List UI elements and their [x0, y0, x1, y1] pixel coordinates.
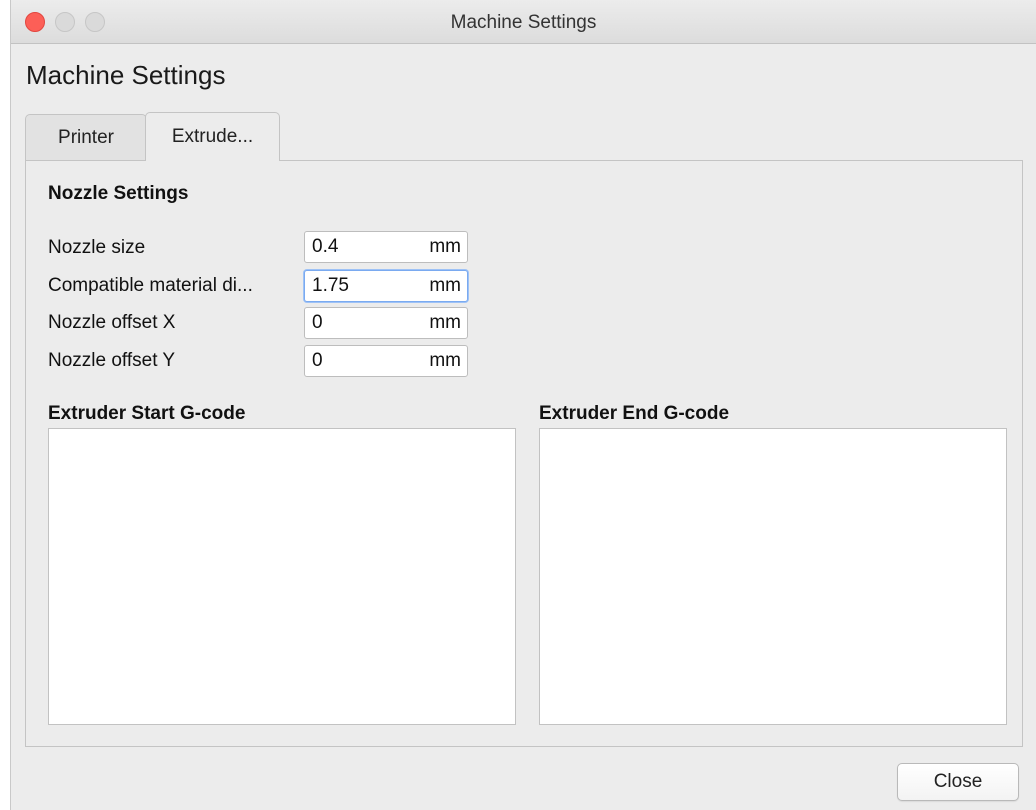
tab-printer[interactable]: Printer	[25, 114, 147, 160]
tab-extruder[interactable]: Extrude...	[145, 112, 280, 161]
nozzle-offset-y-unit: mm	[429, 350, 461, 371]
nozzle-size-unit: mm	[429, 236, 461, 257]
nozzle-offset-x-label: Nozzle offset X	[48, 312, 176, 333]
window-title: Machine Settings	[450, 12, 597, 33]
material-diameter-unit: mm	[429, 275, 461, 296]
close-button[interactable]: Close	[897, 763, 1019, 801]
material-diameter-field[interactable]: 1.75 mm	[304, 270, 468, 302]
end-gcode-textarea[interactable]	[539, 428, 1007, 725]
nozzle-offset-y-value: 0	[312, 350, 323, 371]
material-diameter-value: 1.75	[312, 275, 349, 296]
material-diameter-label: Compatible material di...	[48, 275, 253, 296]
nozzle-size-field[interactable]: 0.4 mm	[304, 231, 468, 263]
start-gcode-heading: Extruder Start G-code	[48, 403, 246, 424]
nozzle-size-value: 0.4	[312, 236, 339, 257]
nozzle-offset-y-field[interactable]: 0 mm	[304, 345, 468, 377]
nozzle-offset-x-value: 0	[312, 312, 323, 333]
nozzle-offset-x-unit: mm	[429, 312, 461, 333]
nozzle-offset-y-label: Nozzle offset Y	[48, 350, 176, 371]
start-gcode-textarea[interactable]	[48, 428, 516, 725]
end-gcode-heading: Extruder End G-code	[539, 403, 730, 424]
nozzle-settings-heading: Nozzle Settings	[48, 183, 189, 204]
tab-printer-label: Printer	[58, 126, 114, 148]
page-title: Machine Settings	[26, 60, 226, 90]
title-bar: Machine Settings	[11, 0, 1036, 44]
nozzle-size-label: Nozzle size	[48, 237, 146, 258]
machine-settings-window: Machine Settings Machine Settings Printe…	[10, 0, 1036, 810]
tab-extruder-label: Extrude...	[171, 126, 254, 147]
nozzle-offset-x-field[interactable]: 0 mm	[304, 307, 468, 339]
extruder-tab-panel: Nozzle Settings Nozzle size 0.4 mm Compa…	[25, 160, 1023, 747]
